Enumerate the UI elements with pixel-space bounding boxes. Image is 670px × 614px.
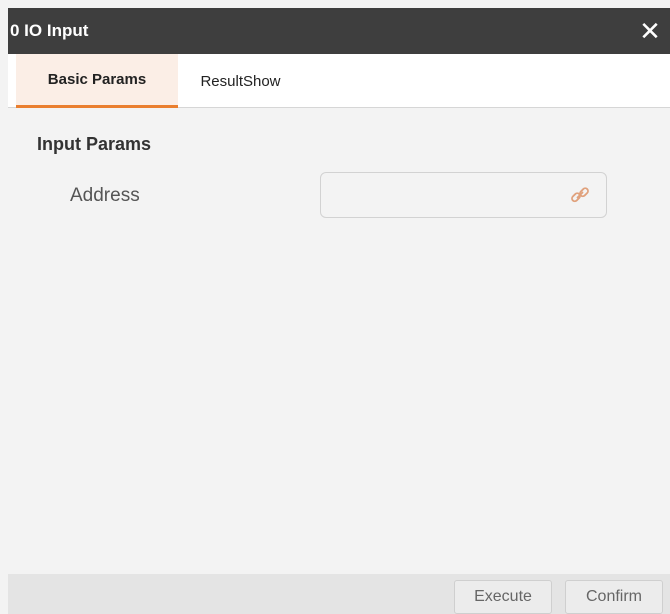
execute-button[interactable]: Execute: [454, 580, 552, 614]
footer-bar: Execute Confirm: [8, 574, 670, 614]
window-title: 0 IO Input: [10, 21, 89, 40]
address-field[interactable]: [320, 172, 607, 218]
address-label: Address: [70, 185, 140, 206]
section-title: Input Params: [37, 134, 152, 154]
tab-bar: Basic Params ResultShow: [8, 54, 670, 108]
tab-resultshow[interactable]: ResultShow: [178, 54, 303, 108]
tab-basic-params[interactable]: Basic Params: [16, 54, 178, 108]
title-bar: 0 IO Input ✕: [8, 8, 670, 54]
close-icon[interactable]: ✕: [630, 8, 670, 54]
link-icon[interactable]: [570, 185, 590, 205]
content-panel: Input Params Address: [8, 108, 670, 574]
confirm-button[interactable]: Confirm: [565, 580, 663, 614]
io-input-dialog: 0 IO Input ✕ Basic Params ResultShow Inp…: [0, 0, 670, 614]
